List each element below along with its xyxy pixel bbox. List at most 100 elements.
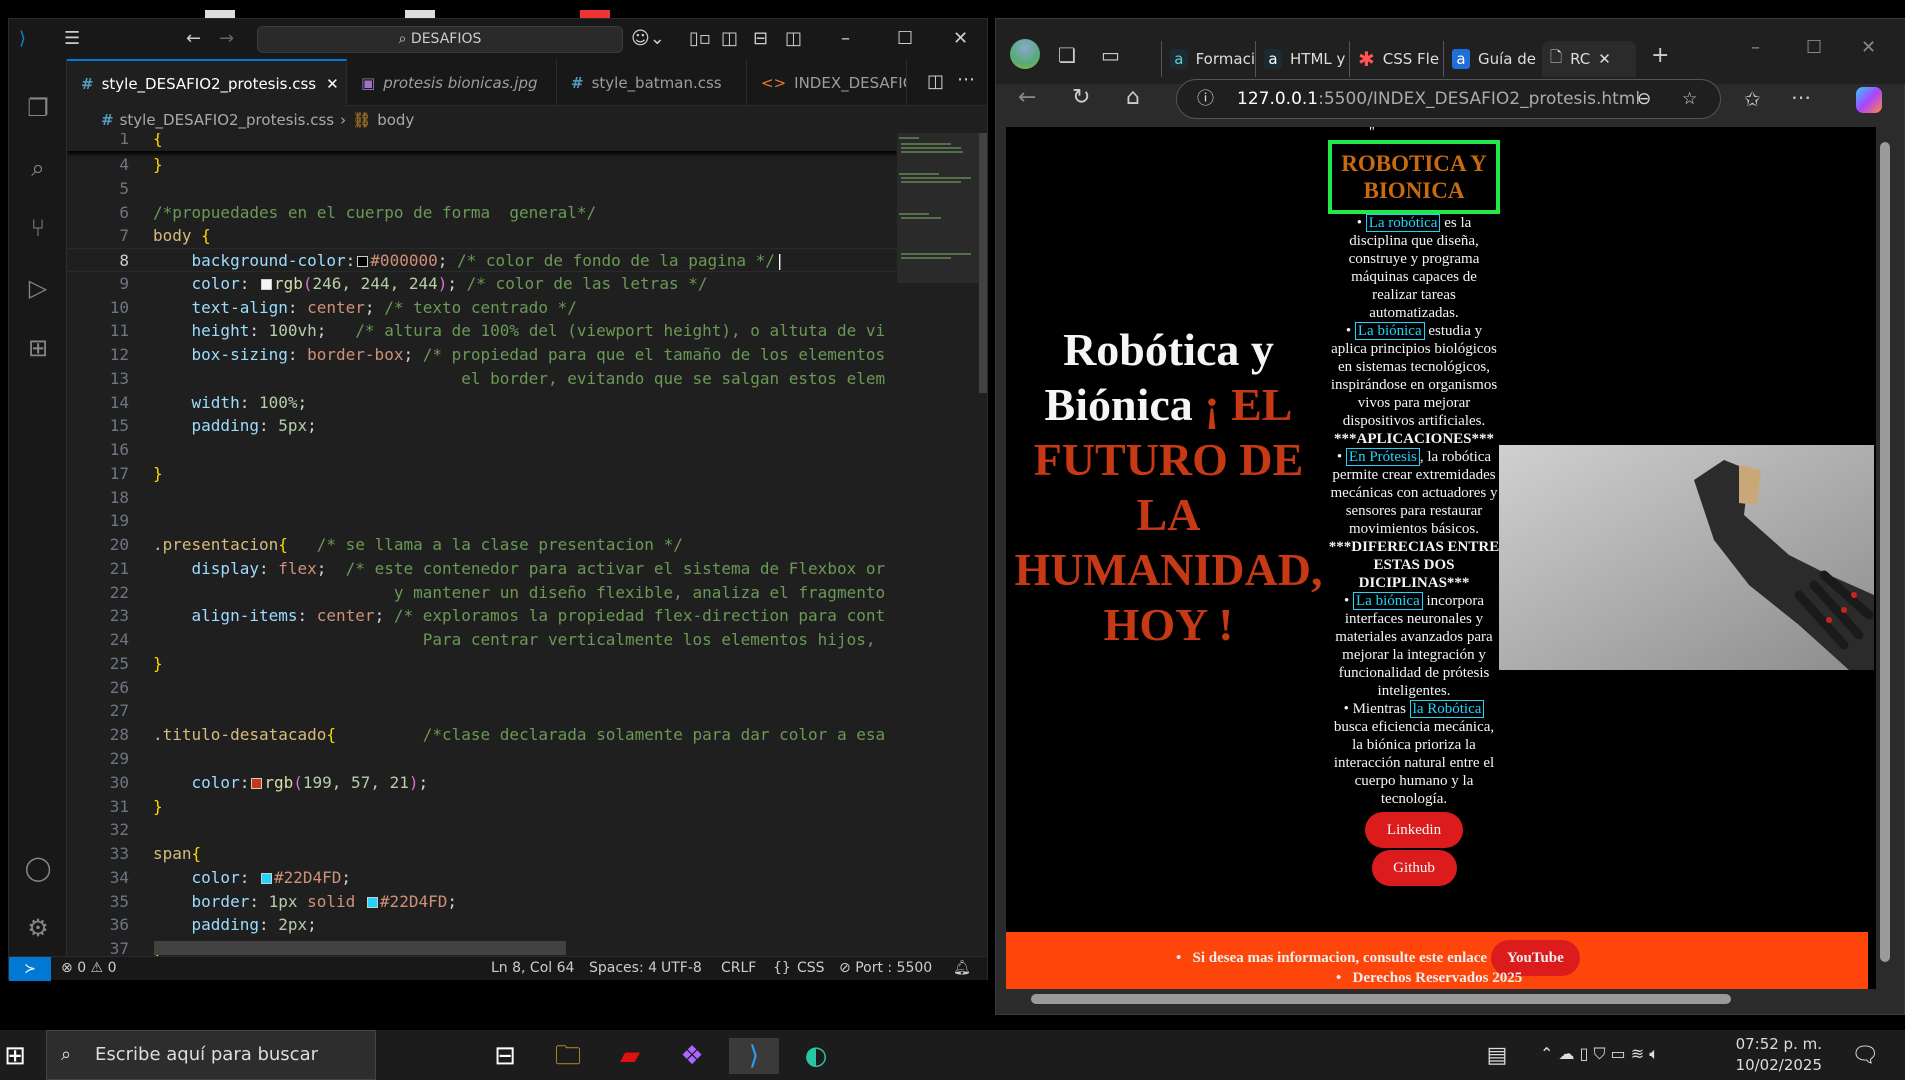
maximize-icon[interactable]: ☐ bbox=[1806, 37, 1822, 58]
copilot-icon[interactable]: ❖ bbox=[667, 1038, 717, 1074]
code-line[interactable]: 24 Para centrar verticalmente los elemen… bbox=[67, 628, 897, 652]
linkedin-button[interactable]: Linkedin bbox=[1365, 812, 1463, 848]
tab-protesis-image[interactable]: ▣ protesis bionicas.jpg bbox=[347, 59, 557, 106]
browser-tab[interactable]: a Guía de bbox=[1443, 41, 1537, 77]
tab-index-desafio[interactable]: <> INDEX_DESAFIC bbox=[747, 59, 907, 106]
browser-tab[interactable]: a HTML y bbox=[1255, 41, 1349, 77]
command-center-search[interactable]: ⌕ DESAFIOS bbox=[257, 26, 623, 53]
code-line[interactable]: 13 el border, evitando que se salgan est… bbox=[67, 367, 897, 391]
forward-arrow-icon[interactable]: → bbox=[219, 27, 234, 51]
code-line[interactable]: 11 height: 100vh; /* altura de 100% del … bbox=[67, 319, 897, 343]
code-line[interactable]: 7 body { bbox=[67, 224, 897, 248]
code-line[interactable]: 17} bbox=[67, 462, 897, 486]
tray-icons[interactable]: ⌃ ☁ ▯ ⛉ ▭ ≋ 🔈︎ bbox=[1540, 1044, 1659, 1064]
close-tab-icon[interactable]: ✕ bbox=[326, 75, 339, 93]
code-line[interactable]: 15 padding: 5px; bbox=[67, 414, 897, 438]
remote-indicator-icon[interactable]: ≻ bbox=[9, 957, 51, 981]
code-line[interactable]: 22 y mantener un diseño flexible, analiz… bbox=[67, 581, 897, 605]
close-tab-icon[interactable]: ✕ bbox=[1598, 50, 1611, 68]
problems-indicator[interactable]: ⊗ 0 ⚠ 0 bbox=[61, 960, 116, 976]
minimize-icon[interactable]: – bbox=[841, 27, 850, 51]
notification-center-icon[interactable]: 🗨︎ bbox=[1840, 1038, 1890, 1074]
code-line[interactable]: 5 bbox=[67, 177, 897, 201]
code-line[interactable]: 28 .titulo-desatacado{ /*clase declarada … bbox=[67, 723, 897, 747]
edge-icon[interactable]: ◐ bbox=[791, 1038, 841, 1074]
code-line[interactable]: 16 bbox=[67, 438, 897, 462]
code-line[interactable]: 10 text-align: center; /* texto centrado… bbox=[67, 296, 897, 320]
code-editor[interactable]: 1{ 4} 5 6/*propuedades en el cuerpo de form… bbox=[67, 133, 897, 956]
code-line[interactable]: 21 display: flex; /* este contenedor par… bbox=[67, 557, 897, 581]
language-mode[interactable]: CSS bbox=[797, 960, 825, 976]
code-line[interactable]: 20 .presentacion{ /* se llama a la clase … bbox=[67, 533, 897, 557]
cursor-position[interactable]: Ln 8, Col 64 bbox=[491, 960, 574, 976]
toggle-secondary-sidebar-icon[interactable]: ◫ bbox=[785, 27, 802, 51]
github-button[interactable]: Github bbox=[1371, 850, 1457, 886]
code-line[interactable]: 30 color: rgb(199, 57, 21); bbox=[67, 771, 897, 795]
more-icon[interactable]: ⋯ bbox=[1791, 85, 1811, 109]
code-line[interactable]: 18 bbox=[67, 486, 897, 510]
code-line[interactable]: 6 /*propuedades en el cuerpo de forma gen… bbox=[67, 201, 897, 225]
code-line[interactable]: 4} bbox=[67, 153, 897, 177]
code-line[interactable]: 34 color: #22D4FD; bbox=[67, 866, 897, 890]
code-line[interactable]: 27 bbox=[67, 699, 897, 723]
copilot-icon[interactable]: ☺⌄ bbox=[631, 27, 665, 51]
site-info-icon[interactable]: ⓘ bbox=[1197, 80, 1214, 118]
clock[interactable]: 07:52 p. m. 10/02/2025 bbox=[1712, 1034, 1822, 1076]
tab-style-desafio2[interactable]: # style_DESAFIO2_protesis.css ✕ bbox=[67, 59, 347, 106]
customize-layout-icon[interactable]: ▯▫ bbox=[689, 27, 711, 51]
settings-gear-icon[interactable]: ⚙ bbox=[21, 911, 55, 945]
indentation[interactable]: Spaces: 4 bbox=[589, 960, 657, 976]
back-arrow-icon[interactable]: ← bbox=[186, 27, 201, 51]
code-line[interactable]: 23 align-items: center; /* exploramos la… bbox=[67, 604, 897, 628]
explorer-icon[interactable]: ❐ bbox=[21, 91, 55, 125]
search-icon[interactable]: ⌕ bbox=[21, 151, 55, 185]
source-control-icon[interactable]: ⑂ bbox=[21, 211, 55, 245]
news-widget-icon[interactable]: ▤ bbox=[1472, 1038, 1522, 1074]
code-line[interactable]: 12 box-sizing: border-box; /* propiedad … bbox=[67, 343, 897, 367]
code-line[interactable]: 25} bbox=[67, 652, 897, 676]
tab-style-batman[interactable]: # style_batman.css bbox=[557, 59, 747, 106]
code-line[interactable]: 26 bbox=[67, 676, 897, 700]
copilot-icon[interactable] bbox=[1856, 87, 1882, 113]
close-icon[interactable]: ✕ bbox=[1861, 37, 1876, 58]
profile-avatar[interactable] bbox=[1010, 39, 1040, 69]
code-line[interactable]: 31} bbox=[67, 795, 897, 819]
address-bar[interactable]: ⓘ 127.0.0.1:5500/INDEX_DESAFIO2_protesis… bbox=[1176, 79, 1721, 119]
toggle-sidebar-icon[interactable]: ◫ bbox=[721, 27, 738, 51]
browser-tab-active[interactable]: 🗋︎ RC ✕ bbox=[1542, 41, 1636, 77]
vscode-taskbar-icon[interactable]: ⟩ bbox=[729, 1038, 779, 1074]
code-line[interactable]: 1{ bbox=[67, 133, 897, 151]
close-icon[interactable]: ✕ bbox=[953, 27, 968, 51]
code-line[interactable]: 33 span{ bbox=[67, 842, 897, 866]
code-line[interactable]: 35 border: 1px solid #22D4FD; bbox=[67, 890, 897, 914]
favorite-star-icon[interactable]: ☆ bbox=[1682, 80, 1697, 118]
code-line[interactable]: 32 bbox=[67, 818, 897, 842]
end-of-line[interactable]: CRLF bbox=[721, 960, 756, 976]
workspaces-icon[interactable]: ❏ bbox=[1058, 43, 1076, 67]
breadcrumb-symbol[interactable]: body bbox=[377, 111, 414, 129]
zoom-icon[interactable]: ⊖ bbox=[1637, 80, 1651, 118]
favorites-icon[interactable]: ✩ bbox=[1744, 87, 1761, 111]
editor-vertical-scrollbar[interactable] bbox=[979, 133, 987, 393]
browser-tab[interactable]: a Formaci bbox=[1161, 41, 1255, 77]
file-explorer-icon[interactable]: 🗀 bbox=[543, 1038, 593, 1074]
new-tab-icon[interactable]: + bbox=[1651, 43, 1669, 68]
menu-icon[interactable]: ☰ bbox=[64, 27, 80, 51]
minimap[interactable] bbox=[897, 133, 979, 956]
browser-tab[interactable]: ✱ CSS Fle bbox=[1349, 41, 1443, 77]
refresh-icon[interactable]: ↻ bbox=[1072, 85, 1090, 110]
notifications-bell-icon[interactable]: 🔔︎ bbox=[953, 960, 971, 976]
page-horizontal-scrollbar[interactable] bbox=[1006, 989, 1876, 1009]
back-icon[interactable]: ← bbox=[1018, 85, 1036, 110]
live-server-port[interactable]: ⊘ Port : 5500 bbox=[839, 960, 932, 976]
home-icon[interactable]: ⌂ bbox=[1126, 85, 1140, 110]
more-actions-icon[interactable]: ⋯ bbox=[957, 69, 975, 90]
acrobat-icon[interactable]: ▰ bbox=[605, 1038, 655, 1074]
code-line[interactable]: 14 width: 100%; bbox=[67, 391, 897, 415]
code-line[interactable]: 19 bbox=[67, 509, 897, 533]
windows-start-icon[interactable]: ⊞ bbox=[0, 1038, 40, 1074]
extensions-icon[interactable]: ⊞ bbox=[21, 331, 55, 365]
run-debug-icon[interactable]: ▷ bbox=[21, 271, 55, 305]
taskbar-search[interactable]: ⌕ Escribe aquí para buscar bbox=[46, 1030, 376, 1080]
vertical-tabs-icon[interactable]: ▭ bbox=[1101, 43, 1120, 67]
